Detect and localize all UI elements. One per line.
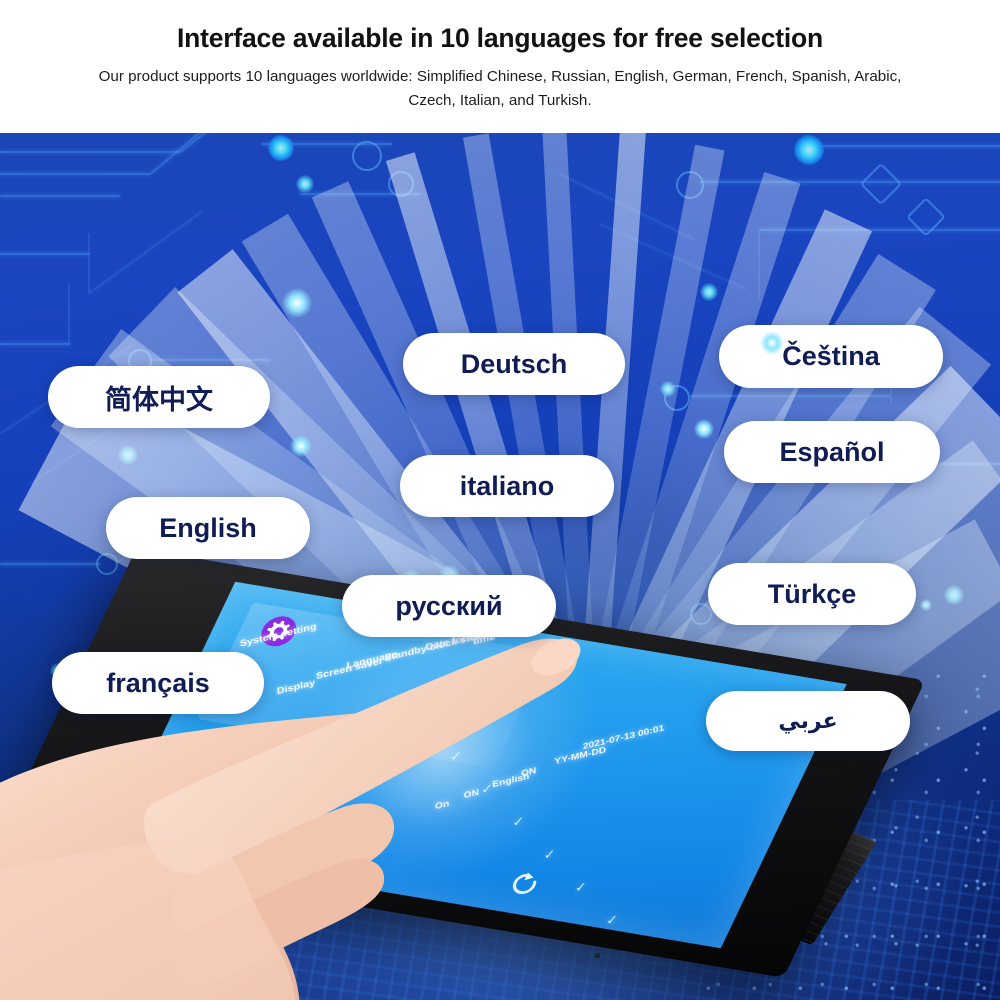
- language-pill-russian[interactable]: русский: [342, 575, 556, 637]
- language-pill-label: Deutsch: [460, 348, 568, 379]
- page-subtitle: Our product supports 10 languages worldw…: [98, 68, 902, 109]
- language-pill-arabic[interactable]: عربي: [706, 691, 910, 751]
- language-pill-label: Español: [779, 436, 885, 467]
- header: Interface available in 10 languages for …: [0, 0, 1000, 133]
- language-pill-label: Türkçe: [767, 578, 857, 609]
- language-pill-label: italiano: [459, 470, 555, 501]
- language-pill-label: عربي: [778, 708, 838, 733]
- page-title: Interface available in 10 languages for …: [176, 23, 824, 53]
- language-pill-french[interactable]: français: [52, 652, 264, 714]
- language-pill-label: English: [159, 512, 257, 543]
- language-pill-spanish[interactable]: Español: [724, 421, 940, 483]
- language-pill-simplified-chinese[interactable]: 简体中文: [48, 366, 270, 428]
- language-pill-german[interactable]: Deutsch: [403, 333, 625, 395]
- glow-spark: [282, 288, 312, 318]
- language-pill-label: français: [106, 667, 210, 698]
- language-pill-czech[interactable]: Čeština: [719, 325, 943, 388]
- promo-banner: Interface available in 10 languages for …: [0, 0, 1000, 1000]
- glow-spark: [760, 331, 784, 355]
- language-pill-turkish[interactable]: Türkçe: [708, 563, 916, 625]
- language-pill-label: Čeština: [782, 341, 880, 371]
- language-pill-label: русский: [395, 590, 503, 621]
- language-pill-italian[interactable]: italiano: [400, 455, 614, 517]
- glow-spark: [694, 419, 714, 439]
- glow-spark: [290, 435, 312, 457]
- hero-stage: System setting Display Screen saver Languag…: [0, 133, 1000, 1000]
- language-pill-label: 简体中文: [105, 384, 213, 415]
- language-pill-english[interactable]: English: [106, 497, 310, 559]
